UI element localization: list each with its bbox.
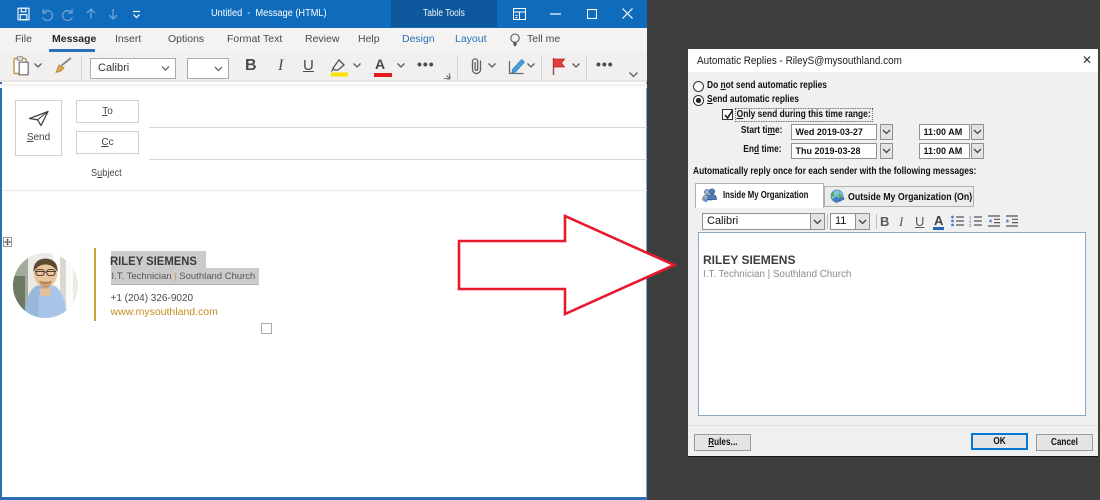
svg-text:3: 3 bbox=[969, 223, 972, 227]
